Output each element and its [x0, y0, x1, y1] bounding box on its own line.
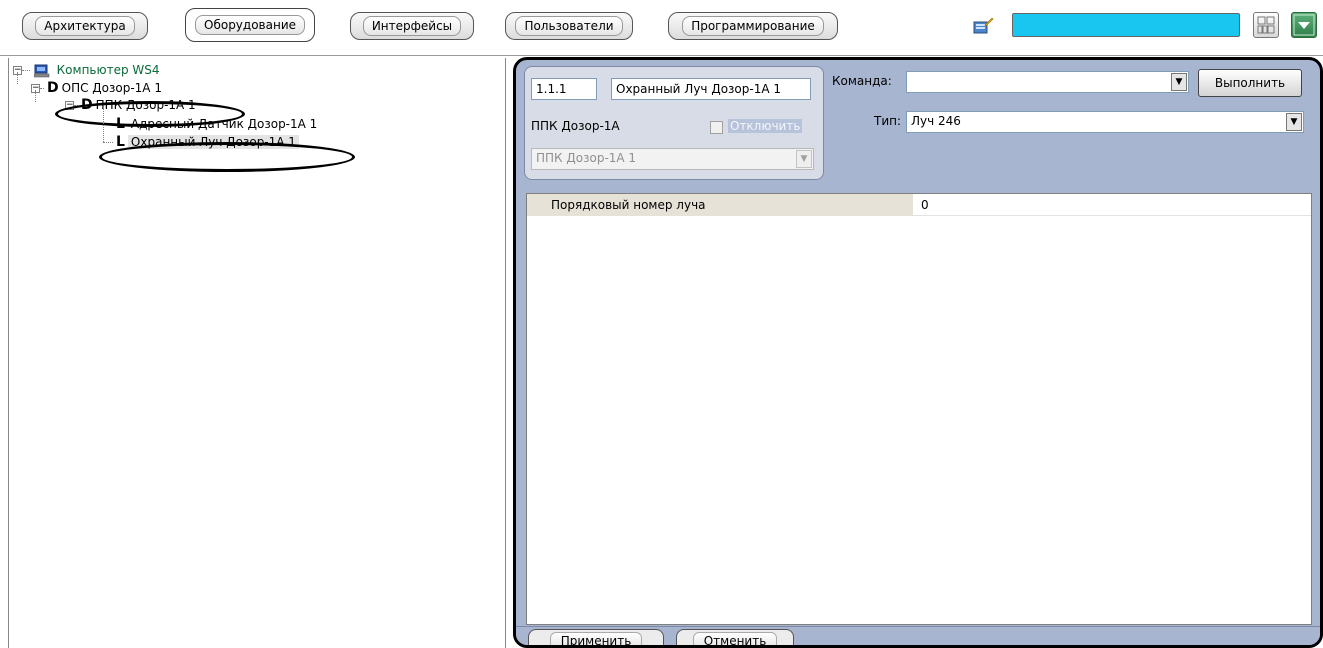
command-label: Команда: [832, 74, 892, 88]
tab-interfaces[interactable]: Интерфейсы [350, 12, 474, 40]
computer-icon [33, 64, 50, 77]
property-grid: Порядковый номер луча 0 [526, 193, 1312, 625]
object-id-field[interactable]: 1.1.1 [531, 78, 597, 100]
dropdown-arrow-icon [1293, 14, 1315, 36]
highlight-oval-ppk [55, 101, 245, 127]
tab-interfaces-label: Интерфейсы [362, 16, 462, 36]
apply-button[interactable]: Применить [528, 629, 664, 645]
table-row[interactable]: Порядковый номер луча 0 [527, 194, 1311, 216]
disable-checkbox-label: Отключить [728, 119, 803, 133]
tab-architecture[interactable]: Архитектура [22, 12, 148, 40]
property-name: Порядковый номер луча [527, 194, 913, 216]
parent-select: ППК Дозор-1А 1 ▼ [531, 148, 814, 170]
property-value[interactable]: 0 [913, 194, 1311, 216]
highlight-oval-beam [99, 142, 355, 172]
chevron-down-icon[interactable]: ▼ [1171, 73, 1187, 91]
command-select[interactable]: ▼ [906, 71, 1189, 93]
chevron-down-icon[interactable]: ▼ [1286, 113, 1302, 131]
edit-icon[interactable] [972, 16, 994, 36]
tab-programming-label: Программирование [682, 16, 824, 36]
dropdown-button[interactable] [1291, 12, 1317, 38]
tree-item-computer-label: Компьютер WS4 [56, 63, 160, 77]
object-name-field[interactable]: Охранный Луч Дозор-1А 1 [611, 78, 811, 100]
tab-architecture-label: Архитектура [35, 16, 135, 36]
tree-item-ops[interactable]: − D ОПС Дозор-1А 1 [31, 80, 162, 96]
tab-equipment-label: Оборудование [195, 15, 305, 35]
disable-checkbox[interactable] [710, 121, 723, 134]
tree-item-ops-label: ОПС Дозор-1А 1 [61, 81, 162, 95]
cancel-button-label: Отменить [692, 632, 778, 645]
tab-users[interactable]: Пользователи [505, 12, 633, 40]
tree-item-computer[interactable]: − Компьютер WS4 [13, 62, 160, 78]
tab-users-label: Пользователи [515, 16, 623, 36]
layout-button[interactable] [1253, 12, 1279, 38]
type-select[interactable]: Луч 246 ▼ [906, 111, 1304, 133]
execute-button[interactable]: Выполнить [1198, 69, 1302, 97]
equipment-tree: − Компьютер WS4 − D ОПС Дозор-1А 1 − D ППК Д… [8, 58, 506, 648]
chevron-down-icon: ▼ [796, 150, 812, 168]
search-input[interactable] [1012, 13, 1240, 37]
cancel-button[interactable]: Отменить [676, 629, 794, 645]
top-tab-bar: Архитектура Оборудование Интерфейсы Поль… [0, 0, 1323, 56]
parent-select-value: ППК Дозор-1А 1 [536, 151, 637, 165]
device-d-icon: D [47, 80, 59, 96]
tab-programming[interactable]: Программирование [668, 12, 838, 40]
type-select-value: Луч 246 [911, 114, 961, 128]
layout-icon [1257, 16, 1275, 34]
apply-button-label: Применить [549, 632, 643, 645]
object-identity-group: 1.1.1 Охранный Луч Дозор-1А 1 ППК Дозор-… [524, 66, 824, 180]
tab-equipment[interactable]: Оборудование [185, 8, 315, 42]
type-label: Тип: [874, 114, 902, 128]
action-bar: Применить Отменить [516, 626, 1320, 645]
settings-panel: 1.1.1 Охранный Луч Дозор-1А 1 ППК Дозор-… [513, 57, 1323, 648]
parent-label: ППК Дозор-1А [531, 119, 620, 133]
